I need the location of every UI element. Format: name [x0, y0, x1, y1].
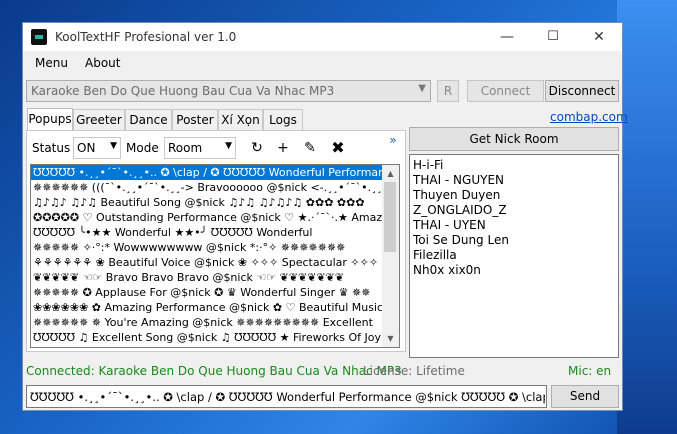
nick-item[interactable]: H-i-Fi: [410, 158, 618, 173]
tab-dance[interactable]: Dance: [125, 109, 172, 130]
list-item[interactable]: ✪✪✪✪✪ ♡ Outstanding Performance @$nick ♡…: [31, 210, 385, 225]
list-item[interactable]: ƱƱƱƱƱ ✿ Good Job @$nick ✿ ƱƱƱƱƱ ✧ Standi…: [31, 345, 385, 347]
popup-items: ƱƱƱƱƱ •.¸¸•´¯`•.¸¸•.. ✪ \clap / ✪ ƱƱƱƱƱ …: [31, 165, 399, 347]
list-item[interactable]: ♫♪♫♪ ♫♪♫ Beautiful Song @$nick ♫♪♫ ♫♪♫♪♫…: [31, 195, 385, 210]
combap-link[interactable]: combap.com: [550, 110, 628, 124]
mode-select[interactable]: Room ▼: [164, 137, 236, 159]
menu-bar: Menu About: [23, 51, 622, 75]
nick-item[interactable]: Z_ONGLAIDO_Z: [410, 203, 618, 218]
message-input[interactable]: ƱƱƱƱƱ •.¸¸•´¯`•.¸¸•.. ✪ \clap / ✪ ƱƱƱƱƱ …: [26, 385, 547, 408]
close-button[interactable]: ✕: [576, 23, 622, 51]
menu-item-about[interactable]: About: [85, 56, 120, 70]
nick-list[interactable]: H-i-Fi THAI - NGUYEN Thuyen Duyen Z_ONGLAID…: [409, 154, 619, 358]
mode-select-value: Room: [168, 141, 203, 155]
chevron-down-icon: ▼: [225, 141, 232, 151]
connect-button[interactable]: Connect: [467, 80, 544, 102]
license-status: License: Lifetime: [363, 364, 465, 378]
tab-popups[interactable]: Popups: [27, 108, 73, 131]
scroll-up-icon[interactable]: ▲: [382, 165, 399, 182]
list-item[interactable]: ƱƱƱƱƱ ╰•★★ Wonderful ★★•╯ ƱƱƱƱƱ Wonderfu…: [31, 225, 385, 240]
list-item[interactable]: ❀❀❀❀❀❀ ✿ Amazing Performance @$nick ✿ ♡ …: [31, 300, 385, 315]
minimize-button[interactable]: —: [484, 23, 530, 51]
tab-logs[interactable]: Logs: [263, 109, 303, 130]
nick-item[interactable]: THAI - UYEN: [410, 218, 618, 233]
menu-item-menu[interactable]: Menu: [35, 56, 68, 70]
nick-item[interactable]: Filezilla: [410, 248, 618, 263]
chevron-down-icon: ▼: [110, 141, 117, 151]
list-item[interactable]: ƱƱƱƱƱ ♫ Excellent Song @$nick ♫ ƱƱƱƱƱ ★ …: [31, 330, 385, 345]
room-combo[interactable]: Karaoke Ben Do Que Huong Bau Cua Va Nhac…: [26, 80, 431, 102]
message-input-value: ƱƱƱƱƱ •.¸¸•´¯`•.¸¸•.. ✪ \clap / ✪ ƱƱƱƱƱ …: [30, 390, 545, 404]
maximize-button[interactable]: ☐: [530, 23, 576, 51]
scroll-thumb[interactable]: [384, 182, 396, 252]
popup-list-scrollbar[interactable]: ▲ ▼: [382, 165, 399, 347]
status-label: Status: [32, 141, 71, 155]
status-select[interactable]: ON ▼: [73, 137, 121, 159]
status-select-value: ON: [77, 141, 96, 155]
mic-status: Mic: en: [568, 364, 612, 378]
window-title: KoolTextHF Profesional ver 1.0: [55, 30, 237, 44]
delete-icon[interactable]: ✖: [328, 138, 348, 158]
list-item[interactable]: ƱƱƱƱƱ •.¸¸•´¯`•.¸¸•.. ✪ \clap / ✪ ƱƱƱƱƱ …: [31, 165, 385, 180]
popup-list[interactable]: ƱƱƱƱƱ •.¸¸•´¯`•.¸¸•.. ✪ \clap / ✪ ƱƱƱƱƱ …: [30, 164, 400, 348]
disconnect-button[interactable]: Disconnect: [545, 80, 619, 102]
send-button[interactable]: Send: [551, 385, 619, 408]
list-item[interactable]: ❦❦❦❦❦ ☜☞ Bravo Bravo Bravo @$nick ☜☞ ❦❦❦…: [31, 270, 385, 285]
tab-xi-xon[interactable]: Xí Xọn: [218, 109, 263, 130]
nick-item[interactable]: THAI - NGUYEN: [410, 173, 618, 188]
mode-label: Mode: [126, 141, 159, 155]
nick-item[interactable]: Nh0x xix0n: [410, 263, 618, 278]
refresh-icon[interactable]: ↻: [247, 138, 267, 158]
nick-item[interactable]: Thuyen Duyen: [410, 188, 618, 203]
tab-poster[interactable]: Poster: [172, 109, 218, 130]
desktop-background: [617, 0, 677, 434]
popups-panel: Status ON ▼ Mode Room ▼ ↻ + ✎ ✖ » ƱƱƱƱƱ …: [26, 130, 406, 352]
room-combo-value: Karaoke Ben Do Que Huong Bau Cua Va Nhac…: [31, 84, 335, 98]
list-item[interactable]: ⚘⚘⚘⚘⚘⚘ ❀ Beautiful Voice @$nick ❀ ✧✧✧ Sp…: [31, 255, 385, 270]
scroll-down-icon[interactable]: ▼: [382, 330, 399, 347]
list-item[interactable]: ✵✵✵✵✵ ✪ Applause For @$nick ✪ ♛ Wonderfu…: [31, 285, 385, 300]
list-item[interactable]: ✵✵✵✵✵✵ (((¯`•.¸¸•´¯`•.¸¸-> Bravoooooo @$…: [31, 180, 385, 195]
edit-icon[interactable]: ✎: [300, 138, 320, 158]
r-button[interactable]: R: [437, 80, 459, 102]
list-item[interactable]: ✵✵✵✵✵✵ ✵ You're Amazing @$nick ✵✵✵✵✵✵✵✵✵…: [31, 315, 385, 330]
more-tabs-icon[interactable]: »: [383, 130, 403, 150]
title-bar: KoolTextHF Profesional ver 1.0 — ☐ ✕: [23, 23, 622, 51]
add-icon[interactable]: +: [273, 138, 293, 158]
connection-status: Connected: Karaoke Ben Do Que Huong Bau …: [26, 364, 402, 378]
tab-greeter[interactable]: Greeter: [73, 109, 125, 130]
app-icon: [31, 29, 47, 45]
nick-item[interactable]: Toi Se Dung Len: [410, 233, 618, 248]
chevron-down-icon: ▼: [418, 83, 426, 94]
app-window: KoolTextHF Profesional ver 1.0 — ☐ ✕ Men…: [22, 22, 628, 411]
list-item[interactable]: ✵✵✵✵✵ ✧·°:* Wowwwwwwww @$nick *:·°✧ ✵✵✵✵…: [31, 240, 385, 255]
get-nick-room-button[interactable]: Get Nick Room: [409, 127, 619, 151]
nick-items: H-i-Fi THAI - NGUYEN Thuyen Duyen Z_ONGLAID…: [410, 158, 618, 278]
